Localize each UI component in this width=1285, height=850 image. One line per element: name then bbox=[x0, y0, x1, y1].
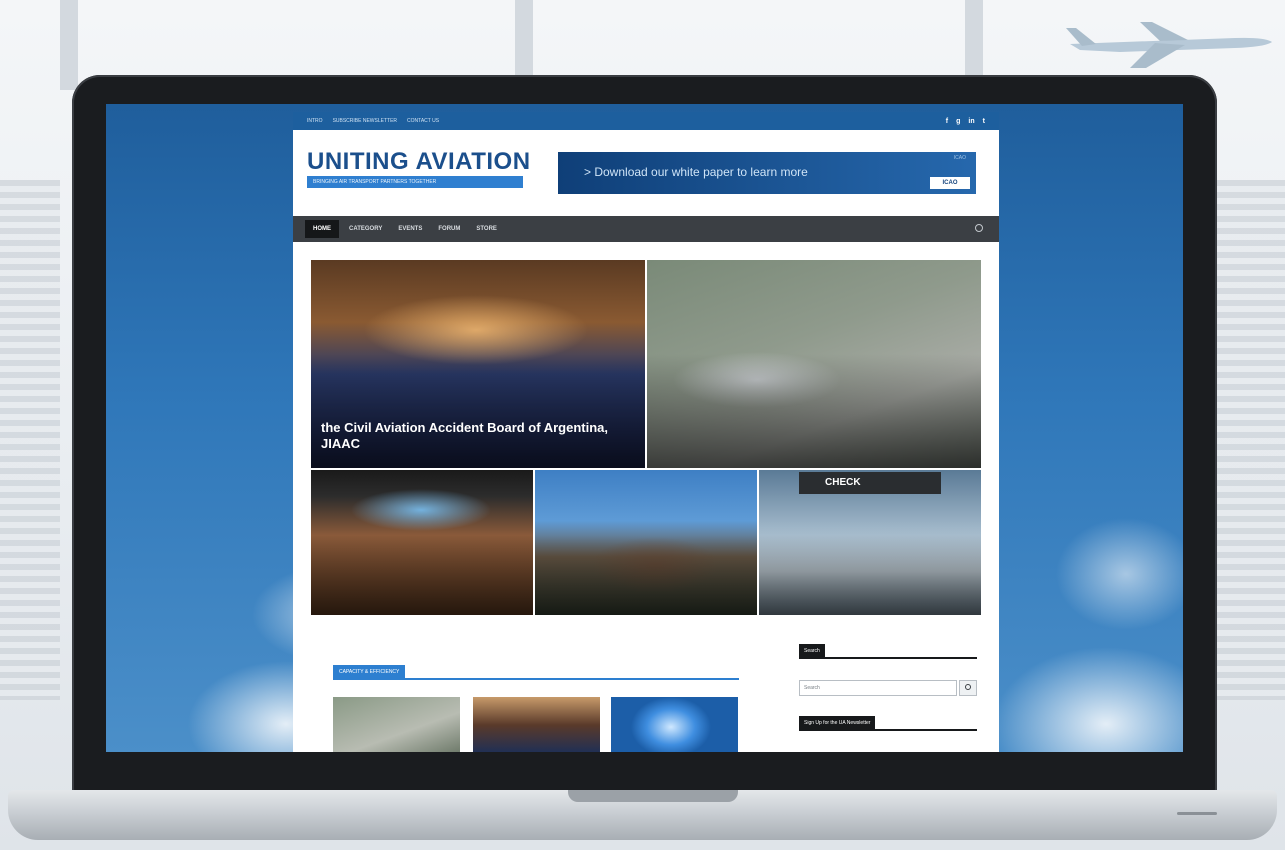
laptop-notch bbox=[568, 790, 738, 802]
linkedin-icon[interactable]: in bbox=[968, 118, 974, 125]
ad-banner[interactable]: ICAO > Download our white paper to learn… bbox=[558, 152, 976, 194]
nav-item-home[interactable]: Home bbox=[305, 220, 339, 238]
search-widget-title: Search bbox=[799, 644, 825, 658]
banner-button[interactable]: ICAO bbox=[930, 177, 970, 189]
social-links: f g in t bbox=[946, 118, 985, 125]
airplane-icon bbox=[1066, 22, 1272, 68]
search-button[interactable] bbox=[959, 680, 977, 696]
featured-tile[interactable] bbox=[535, 470, 757, 615]
tile-overlay bbox=[311, 535, 533, 615]
tile-title[interactable]: the Civil Aviation Accident Board of Arg… bbox=[321, 420, 641, 452]
widget-divider bbox=[799, 729, 977, 731]
featured-tile[interactable] bbox=[647, 260, 981, 468]
site-tagline: BRINGING AIR TRANSPORT PARTNERS TOGETHER bbox=[307, 176, 523, 188]
widget-divider bbox=[799, 657, 977, 659]
newsletter-widget-title: Sign Up for the UA Newsletter bbox=[799, 716, 876, 730]
section-label[interactable]: CAPACITY & EFFICIENCY bbox=[333, 665, 406, 679]
twitter-icon[interactable]: t bbox=[983, 118, 985, 125]
check-in-sign: CHECK bbox=[799, 472, 941, 494]
search-icon[interactable] bbox=[975, 224, 983, 232]
banner-logo: ICAO bbox=[953, 155, 966, 161]
featured-tile[interactable] bbox=[311, 470, 533, 615]
topbar-link-newsletter[interactable]: Subscribe Newsletter bbox=[333, 118, 397, 124]
laptop-screen: Intro Subscribe Newsletter Contact Us f … bbox=[106, 104, 1183, 752]
site-logo[interactable]: UNITING AVIATION bbox=[307, 148, 531, 176]
featured-tile[interactable]: the Civil Aviation Accident Board of Arg… bbox=[311, 260, 645, 468]
banner-text: > Download our white paper to learn more bbox=[584, 165, 808, 179]
nav-item-category[interactable]: Category bbox=[349, 226, 382, 232]
featured-tile[interactable]: CHECK bbox=[759, 470, 981, 615]
topbar-link-intro[interactable]: Intro bbox=[307, 118, 323, 124]
window-blinds bbox=[1215, 180, 1285, 700]
main-nav: Home Category Events Forum Store bbox=[293, 216, 999, 242]
tile-overlay bbox=[535, 535, 757, 615]
tile-overlay bbox=[647, 353, 981, 468]
top-bar: Intro Subscribe Newsletter Contact Us f … bbox=[293, 112, 999, 130]
laptop-base bbox=[8, 790, 1277, 840]
window-blinds bbox=[0, 180, 60, 700]
window-frame bbox=[60, 0, 78, 90]
section-divider bbox=[333, 678, 739, 680]
article-thumbnail[interactable] bbox=[473, 697, 600, 752]
tile-overlay bbox=[759, 535, 981, 615]
topbar-link-contact[interactable]: Contact Us bbox=[407, 118, 439, 124]
facebook-icon[interactable]: f bbox=[946, 118, 948, 125]
search-input[interactable]: Search bbox=[799, 680, 957, 696]
google-plus-icon[interactable]: g bbox=[956, 118, 960, 125]
nav-item-forum[interactable]: Forum bbox=[438, 226, 460, 232]
nav-item-store[interactable]: Store bbox=[476, 226, 497, 232]
article-thumbnail[interactable] bbox=[333, 697, 460, 752]
website: Intro Subscribe Newsletter Contact Us f … bbox=[293, 112, 999, 752]
laptop-led bbox=[1177, 812, 1217, 815]
nav-item-events[interactable]: Events bbox=[398, 226, 422, 232]
search-icon bbox=[965, 684, 971, 690]
article-thumbnail[interactable] bbox=[611, 697, 738, 752]
